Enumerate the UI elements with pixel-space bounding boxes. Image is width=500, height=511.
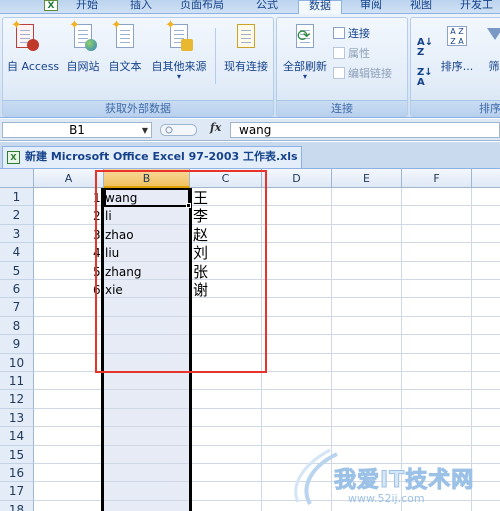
connections-label: 连接 bbox=[348, 27, 370, 40]
from-text-label: 自文本 bbox=[108, 60, 142, 73]
existing-connections-label: 现有连接 bbox=[224, 60, 268, 73]
web-icon: ✦ bbox=[69, 19, 97, 52]
excel-app-icon[interactable]: X bbox=[44, 0, 58, 11]
refresh-icon: ⟳ bbox=[293, 22, 317, 52]
from-web-button[interactable]: ✦ 自网站 bbox=[65, 19, 101, 86]
ribbon-tab-bar: X 开始 插入 页面布局 公式 数据 审阅 视图 开发工 bbox=[0, 0, 500, 15]
formula-bar: B1 ▼ fx wang bbox=[0, 119, 500, 141]
separator bbox=[215, 28, 216, 84]
row-header[interactable]: 3 bbox=[0, 224, 34, 244]
name-box-value: B1 bbox=[69, 123, 85, 137]
row-header[interactable]: 4 bbox=[0, 243, 34, 262]
row-header[interactable]: 10 bbox=[0, 353, 34, 372]
tab-developer[interactable]: 开发工 bbox=[460, 0, 493, 14]
row-header[interactable]: 6 bbox=[0, 280, 34, 299]
ribbon: ✦ 自 Access ✦ 自网站 ✦ 自文本 ✦ 自其他来源 ▾ 现有连接 获取… bbox=[0, 14, 500, 118]
sort-label: 排序... bbox=[440, 60, 474, 73]
edit-links-button[interactable]: 编辑链接 bbox=[333, 66, 392, 82]
name-box[interactable]: B1 ▼ bbox=[2, 122, 152, 138]
sort-button[interactable]: A ZZ A 排序... bbox=[437, 22, 477, 86]
workbook-tab[interactable]: X 新建 Microsoft Office Excel 97-2003 工作表.… bbox=[2, 146, 302, 168]
insert-function-button[interactable]: fx bbox=[210, 121, 221, 134]
from-web-label: 自网站 bbox=[66, 60, 100, 73]
watermark-text: 我爱IT技术网 bbox=[333, 468, 475, 494]
sort-ascending-icon[interactable]: A↓ Z bbox=[417, 38, 433, 58]
row-header[interactable]: 1 bbox=[0, 188, 34, 207]
filter-icon bbox=[483, 22, 500, 52]
row-header[interactable]: 16 bbox=[0, 464, 34, 483]
excel-file-icon: X bbox=[7, 151, 20, 164]
workbook-title: 新建 Microsoft Office Excel 97-2003 工作表.xl… bbox=[25, 150, 298, 163]
tab-insert[interactable]: 插入 bbox=[130, 0, 152, 14]
group-sort-filter: A↓ Z Z↓ A A ZZ A 排序... 筛 排序 bbox=[410, 17, 500, 117]
filter-label: 筛 bbox=[488, 60, 500, 73]
group-label-connections: 连接 bbox=[277, 100, 407, 116]
workbook-tab-bar: X 新建 Microsoft Office Excel 97-2003 工作表.… bbox=[0, 142, 500, 169]
edit-links-icon bbox=[333, 67, 345, 79]
column-header-e[interactable]: E bbox=[332, 169, 402, 188]
row-header[interactable]: 17 bbox=[0, 482, 34, 501]
connections-icon bbox=[333, 27, 345, 39]
sort-descending-icon[interactable]: Z↓ A bbox=[417, 68, 433, 88]
tab-view[interactable]: 视图 bbox=[410, 0, 432, 14]
row-header[interactable]: 18 bbox=[0, 500, 34, 511]
name-box-dropdown-icon[interactable]: ▼ bbox=[142, 123, 148, 138]
watermark: 我爱IT技术网 www.52ij.com bbox=[282, 442, 500, 511]
access-icon: ✦ bbox=[11, 19, 39, 52]
select-all-corner[interactable] bbox=[0, 169, 34, 188]
from-access-label: 自 Access bbox=[7, 60, 60, 73]
row-header[interactable]: 9 bbox=[0, 335, 34, 354]
annotation-highlight-box bbox=[95, 170, 267, 373]
row-header[interactable]: 7 bbox=[0, 298, 34, 317]
row-header[interactable]: 2 bbox=[0, 206, 34, 225]
refresh-all-button[interactable]: ⟳ 全部刷新 ▾ bbox=[281, 22, 329, 86]
connections-button[interactable]: 连接 bbox=[333, 26, 370, 42]
row-header[interactable]: 5 bbox=[0, 261, 34, 280]
group-label-sort: 排序 bbox=[411, 100, 500, 116]
from-other-sources-button[interactable]: ✦ 自其他来源 ▾ bbox=[151, 19, 207, 86]
watermark-url: www.52ij.com bbox=[348, 492, 425, 505]
watermark-swoosh-icon bbox=[294, 448, 338, 505]
text-file-icon: ✦ bbox=[111, 19, 137, 52]
properties-label: 属性 bbox=[348, 47, 370, 60]
row-header[interactable]: 13 bbox=[0, 408, 34, 428]
column-header-f[interactable]: F bbox=[402, 169, 472, 188]
properties-button[interactable]: 属性 bbox=[333, 46, 370, 62]
filter-button[interactable]: 筛 bbox=[483, 22, 500, 86]
tab-home[interactable]: 开始 bbox=[76, 0, 98, 14]
row-header[interactable]: 8 bbox=[0, 316, 34, 336]
formula-controls-icon bbox=[160, 124, 197, 136]
row-header[interactable]: 14 bbox=[0, 427, 34, 446]
existing-connections-icon bbox=[234, 22, 258, 52]
formula-input[interactable]: wang bbox=[230, 122, 500, 138]
from-text-button[interactable]: ✦ 自文本 bbox=[107, 19, 143, 86]
sort-dialog-icon: A ZZ A bbox=[445, 22, 469, 52]
tab-page-layout[interactable]: 页面布局 bbox=[180, 0, 224, 14]
row-header[interactable]: 11 bbox=[0, 372, 34, 391]
group-label-external-data: 获取外部数据 bbox=[3, 100, 273, 116]
column-header-g[interactable] bbox=[472, 169, 500, 188]
properties-icon bbox=[333, 47, 345, 59]
row-header[interactable]: 15 bbox=[0, 445, 34, 464]
tab-data[interactable]: 数据 bbox=[298, 0, 342, 15]
existing-connections-button[interactable]: 现有连接 bbox=[219, 22, 273, 86]
column-header-d[interactable]: D bbox=[262, 169, 332, 188]
tab-formulas[interactable]: 公式 bbox=[256, 0, 278, 14]
other-sources-icon: ✦ bbox=[165, 19, 193, 52]
edit-links-label: 编辑链接 bbox=[348, 67, 392, 80]
group-connections: ⟳ 全部刷新 ▾ 连接 属性 编辑链接 连接 bbox=[276, 17, 408, 117]
from-access-button[interactable]: ✦ 自 Access bbox=[7, 19, 60, 86]
column-header-a[interactable]: A bbox=[34, 169, 104, 188]
group-get-external-data: ✦ 自 Access ✦ 自网站 ✦ 自文本 ✦ 自其他来源 ▾ 现有连接 获取… bbox=[2, 17, 274, 117]
row-header[interactable]: 12 bbox=[0, 390, 34, 409]
tab-review[interactable]: 审阅 bbox=[360, 0, 382, 14]
